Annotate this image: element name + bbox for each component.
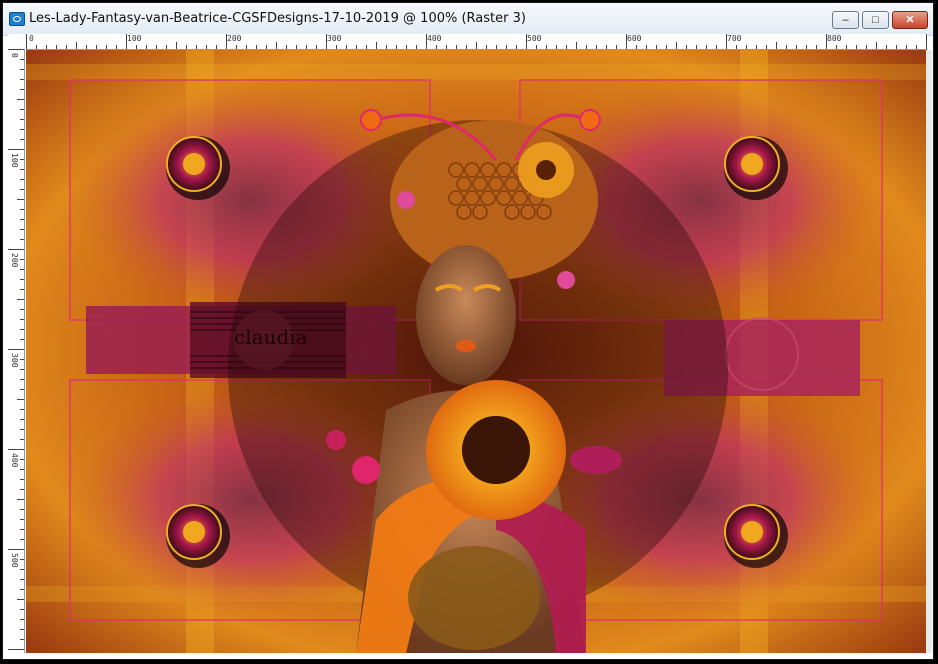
ruler-h-label-300: 300 — [327, 34, 342, 43]
sunflower-icon — [426, 380, 566, 520]
horizontal-ruler: 0 100 200 300 400 500 600 700 800 — [26, 34, 928, 50]
ruler-h-label-0: 0 — [29, 34, 34, 43]
mandala-ornament-icon — [724, 136, 788, 200]
ruler-h-label-800: 800 — [827, 34, 842, 43]
honeycomb-headpiece — [390, 120, 598, 280]
bird — [570, 446, 622, 474]
ruler-v-label-200: 200 — [10, 253, 19, 268]
canvas-edge — [926, 50, 932, 653]
ruler-corner — [8, 34, 26, 49]
minimize-button[interactable]: – — [832, 11, 859, 29]
ruler-h-label-600: 600 — [627, 34, 642, 43]
ruler-h-label-200: 200 — [227, 34, 242, 43]
title-bar[interactable]: Les-Lady-Fantasy-van-Beatrice-CGSFDesign… — [3, 3, 933, 36]
ruler-h-label-500: 500 — [527, 34, 542, 43]
mandala-ornament-icon — [166, 136, 230, 200]
image-canvas[interactable]: claudia — [26, 50, 928, 653]
ruler-h-label-700: 700 — [727, 34, 742, 43]
mandala-ornament-icon — [166, 504, 230, 568]
ruler-v-label-400: 400 — [10, 453, 19, 468]
ruler-h-label-400: 400 — [427, 34, 442, 43]
ruler-v-label-500: 500 — [10, 553, 19, 568]
ruler-h-label-100: 100 — [127, 34, 142, 43]
maximize-button[interactable]: □ — [862, 11, 889, 29]
app-icon — [9, 12, 25, 26]
window-title: Les-Lady-Fantasy-van-Beatrice-CGSFDesign… — [29, 11, 526, 26]
ruler-v-label-300: 300 — [10, 353, 19, 368]
artwork: claudia — [26, 50, 928, 653]
vertical-ruler: 0 100 200 300 400 500 — [8, 49, 25, 653]
horizontal-ruler-ticks — [26, 34, 927, 49]
face — [416, 245, 516, 385]
mandala-ornament-icon — [724, 504, 788, 568]
ruler-v-label-100: 100 — [10, 153, 19, 168]
stripe-band — [26, 64, 928, 80]
close-button[interactable]: ✕ — [892, 11, 928, 29]
ruler-v-label-0: 0 — [10, 53, 19, 58]
